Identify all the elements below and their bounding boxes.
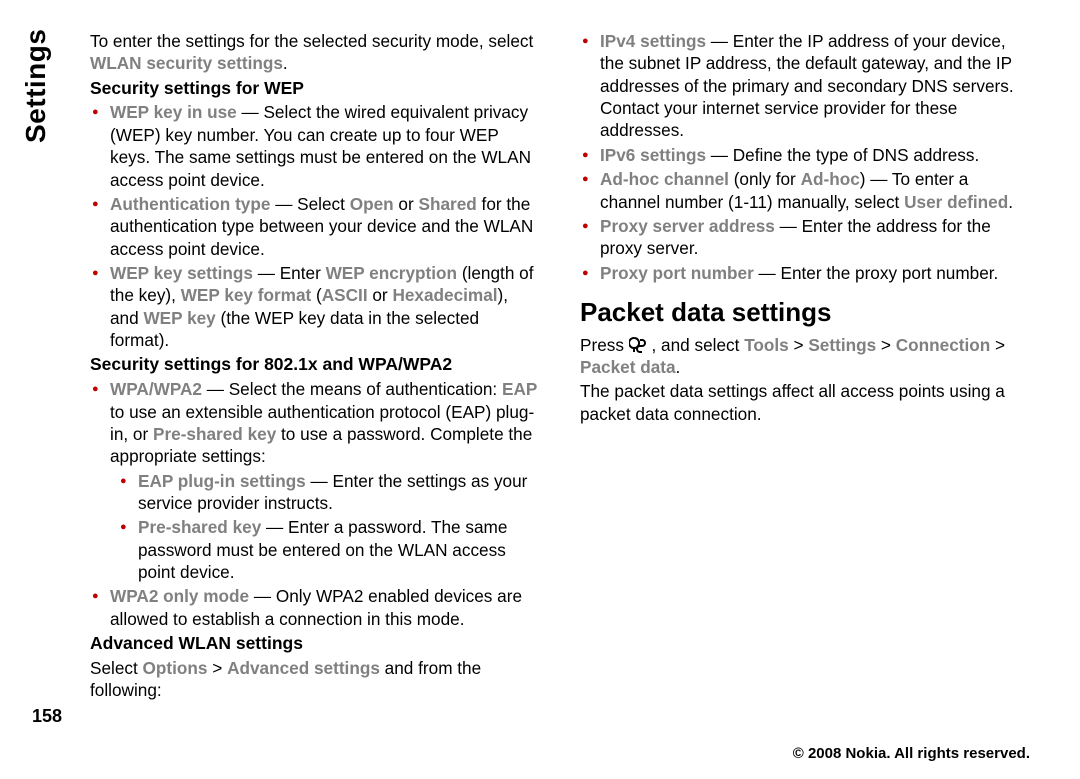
list-item: Ad-hoc channel (only for Ad-hoc) — To en… [580,168,1030,213]
term-wpa2-only-mode: WPA2 only mode [110,586,249,606]
list-item: WPA2 only mode — Only WPA2 enabled devic… [90,585,540,630]
wpa-list: WPA/WPA2 — Select the means of authentic… [90,378,540,630]
term-proxy-server-address: Proxy server address [600,216,775,236]
term-wep-key-in-use: WEP key in use [110,102,237,122]
option-options: Options [143,658,208,678]
text: > [876,335,896,355]
list-item: Proxy port number — Enter the proxy port… [580,262,1030,284]
side-tab-settings: Settings [20,29,52,143]
list-item: WEP key in use — Select the wired equiva… [90,101,540,190]
text: Press [580,335,629,355]
option-advanced-settings: Advanced settings [227,658,380,678]
wpa-sublist: EAP plug-in settings — Enter the setting… [118,470,540,584]
heading-wpa: Security settings for 802.1x and WPA/WPA… [90,353,540,376]
path-settings: Settings [808,335,876,355]
text: ( [311,285,322,305]
path-tools: Tools [744,335,789,355]
wep-list: WEP key in use — Select the wired equiva… [90,101,540,351]
heading-packet-data-settings: Packet data settings [580,296,1030,330]
option-adhoc: Ad-hoc [801,169,860,189]
term-ipv6-settings: IPv6 settings [600,145,706,165]
option-ascii: ASCII [322,285,368,305]
list-item: WPA/WPA2 — Select the means of authentic… [90,378,540,583]
packet-press-line: Press , and select Tools > Settings > Co… [580,334,1030,379]
advanced-lead: Select Options > Advanced settings and f… [90,657,540,702]
text: To enter the settings for the selected s… [90,31,533,51]
term-wep-key-settings: WEP key settings [110,263,253,283]
intro-paragraph: To enter the settings for the selected s… [90,30,540,75]
term-authentication-type: Authentication type [110,194,270,214]
list-item: WEP key settings — Enter WEP encryption … [90,262,540,351]
text: — Enter the proxy port number. [754,263,999,283]
option-pre-shared-key: Pre-shared key [153,424,276,444]
text: . [676,357,681,377]
text: . [283,53,288,73]
copyright-footer: © 2008 Nokia. All rights reserved. [793,745,1030,762]
term-eap-plugin-settings: EAP plug-in settings [138,471,306,491]
packet-desc: The packet data settings affect all acce… [580,380,1030,425]
term-adhoc-channel: Ad-hoc channel [600,169,729,189]
path-connection: Connection [896,335,991,355]
page-number: 158 [32,706,62,727]
text: , and select [652,335,745,355]
heading-advanced-wlan: Advanced WLAN settings [90,632,540,655]
term-ipv4-settings: IPv4 settings [600,31,706,51]
text: . [1008,192,1013,212]
list-item: EAP plug-in settings — Enter the setting… [118,470,540,515]
text: > [990,335,1005,355]
text: > [789,335,809,355]
text: > [207,658,227,678]
content-columns: To enter the settings for the selected s… [90,30,1030,710]
option-eap: EAP [502,379,537,399]
option-shared: Shared [419,194,477,214]
option-wep-key: WEP key [143,308,215,328]
text: — Select the means of authentication: [202,379,502,399]
list-item: Authentication type — Select Open or Sha… [90,193,540,260]
path-packet-data: Packet data [580,357,676,377]
term-wpa-wpa2: WPA/WPA2 [110,379,202,399]
list-item: IPv6 settings — Define the type of DNS a… [580,144,1030,166]
term-pre-shared-key: Pre-shared key [138,517,261,537]
advanced-list: IPv4 settings — Enter the IP address of … [580,30,1030,284]
term-proxy-port-number: Proxy port number [600,263,754,283]
menu-key-icon [629,336,647,354]
text: Select [90,658,143,678]
option-wep-key-format: WEP key format [181,285,312,305]
text: — Select [270,194,349,214]
text: or [368,285,393,305]
list-item: Proxy server address — Enter the address… [580,215,1030,260]
link-wlan-security-settings: WLAN security settings [90,53,283,73]
option-wep-encryption: WEP encryption [326,263,457,283]
option-hexadecimal: Hexadecimal [392,285,497,305]
text: or [394,194,419,214]
list-item: Pre-shared key — Enter a password. The s… [118,516,540,583]
option-user-defined: User defined [904,192,1008,212]
text: — Enter [253,263,326,283]
manual-page: Settings 158 To enter the settings for t… [0,0,1080,779]
list-item: IPv4 settings — Enter the IP address of … [580,30,1030,142]
option-open: Open [350,194,394,214]
text: — Define the type of DNS address. [706,145,979,165]
text: (only for [729,169,801,189]
heading-wep: Security settings for WEP [90,77,540,100]
